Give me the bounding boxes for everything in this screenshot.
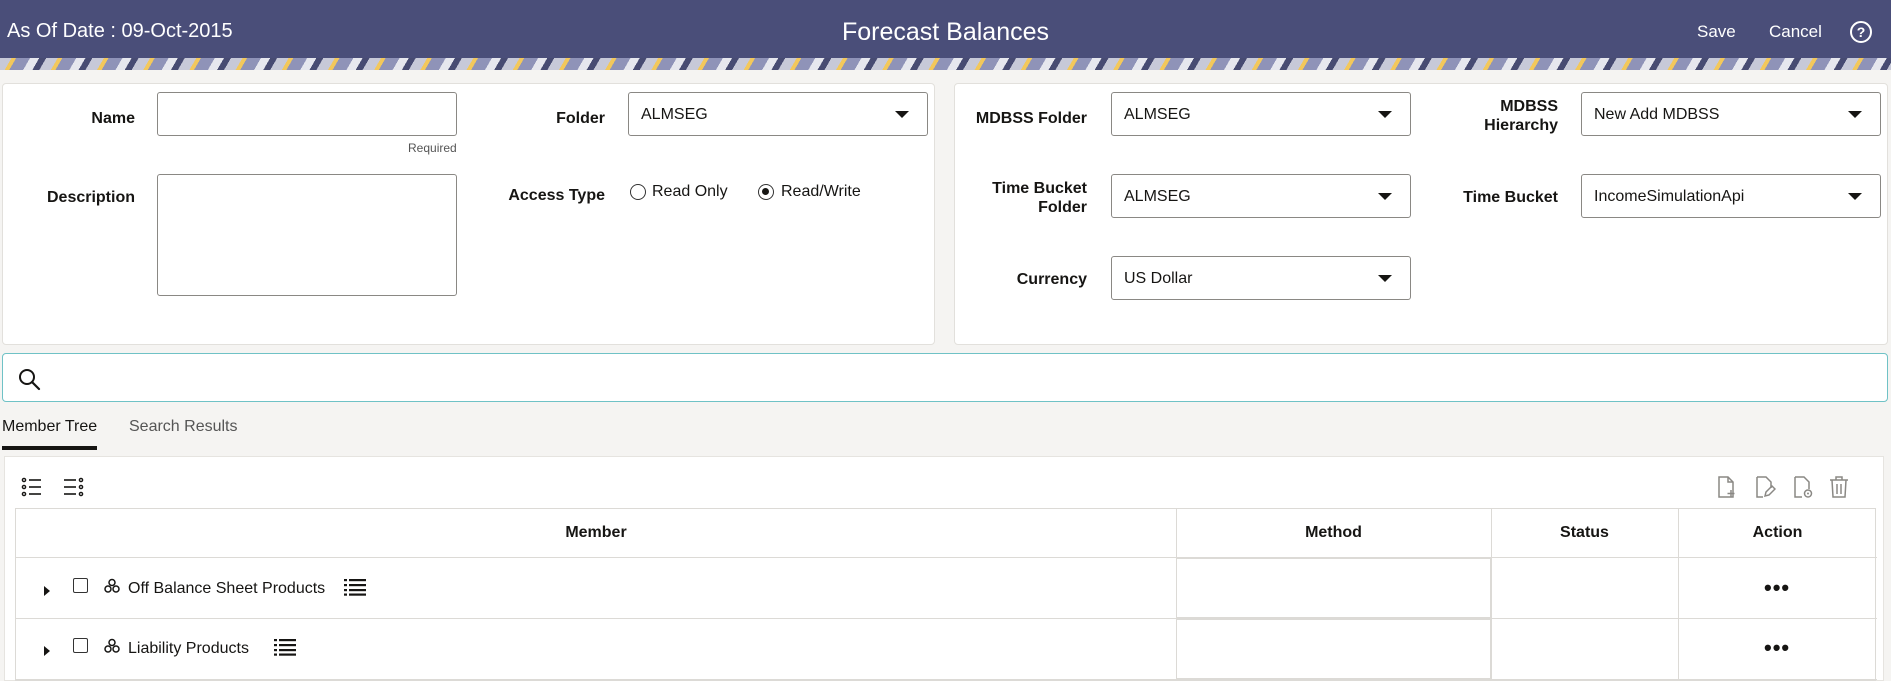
details-panel: Name Required Description Folder ALMSEG … bbox=[2, 83, 935, 345]
radio-read-only[interactable] bbox=[630, 184, 646, 200]
time-bucket-folder-select[interactable]: ALMSEG bbox=[1111, 174, 1411, 218]
time-bucket-folder-label-line2: Folder bbox=[1038, 199, 1087, 216]
tab-member-tree[interactable]: Member Tree bbox=[2, 418, 97, 436]
column-header-status: Status bbox=[1560, 524, 1609, 541]
hierarchy-node-icon bbox=[104, 638, 120, 653]
method-cell[interactable] bbox=[1176, 558, 1491, 618]
cancel-button[interactable]: Cancel bbox=[1769, 22, 1822, 42]
chevron-down-icon bbox=[1848, 193, 1862, 200]
radio-read-only-label[interactable]: Read Only bbox=[652, 183, 728, 201]
time-bucket-select[interactable]: IncomeSimulationApi bbox=[1581, 174, 1881, 218]
mdbss-hierarchy-select[interactable]: New Add MDBSS bbox=[1581, 92, 1881, 136]
column-header-member: Member bbox=[565, 524, 627, 541]
list-icon[interactable] bbox=[274, 638, 296, 656]
chevron-down-icon bbox=[1378, 193, 1392, 200]
member-name[interactable]: Off Balance Sheet Products bbox=[128, 580, 325, 598]
folder-label: Folder bbox=[556, 110, 605, 127]
currency-select[interactable]: US Dollar bbox=[1111, 256, 1411, 300]
expand-caret-icon[interactable] bbox=[44, 586, 50, 596]
member-search-bar[interactable] bbox=[2, 353, 1888, 402]
list-icon[interactable] bbox=[344, 578, 366, 596]
mdbss-folder-select[interactable]: ALMSEG bbox=[1111, 92, 1411, 136]
radio-read-write[interactable] bbox=[758, 184, 774, 200]
time-bucket-label: Time Bucket bbox=[1463, 189, 1558, 206]
row-actions-button[interactable]: ••• bbox=[1764, 637, 1790, 659]
radio-read-write-label[interactable]: Read/Write bbox=[781, 183, 861, 201]
row-actions-button[interactable]: ••• bbox=[1764, 577, 1790, 599]
name-label: Name bbox=[91, 110, 135, 127]
description-textarea[interactable] bbox=[157, 174, 457, 296]
save-button[interactable]: Save bbox=[1697, 22, 1736, 42]
add-document-icon[interactable] bbox=[1714, 475, 1738, 499]
folder-select-value: ALMSEG bbox=[641, 106, 708, 123]
mdbss-folder-value: ALMSEG bbox=[1124, 106, 1191, 123]
active-tab-indicator bbox=[2, 446, 97, 450]
hierarchy-node-icon bbox=[104, 578, 120, 593]
mdbss-hierarchy-label: MDBSS Hierarchy bbox=[1425, 97, 1558, 135]
currency-label: Currency bbox=[1016, 271, 1087, 288]
view-document-icon[interactable] bbox=[1790, 475, 1814, 499]
column-header-method: Method bbox=[1305, 524, 1362, 541]
page-title: Forecast Balances bbox=[841, 18, 1050, 46]
header-decorative-pattern bbox=[0, 58, 1891, 70]
help-icon[interactable]: ? bbox=[1850, 21, 1872, 43]
table-row: Off Balance Sheet Products ••• bbox=[16, 558, 1877, 618]
collapse-all-icon[interactable] bbox=[61, 475, 85, 499]
expand-caret-icon[interactable] bbox=[44, 646, 50, 656]
table-row: Liability Products ••• bbox=[16, 619, 1877, 679]
mdbss-folder-label: MDBSS Folder bbox=[975, 110, 1087, 127]
column-header-action: Action bbox=[1752, 524, 1803, 541]
chevron-down-icon bbox=[1848, 111, 1862, 118]
mdbss-panel: MDBSS Folder ALMSEG MDBSS Hierarchy New … bbox=[954, 83, 1888, 345]
member-grid: Member Method Status Action Off Balance … bbox=[15, 508, 1877, 681]
chevron-down-icon bbox=[895, 111, 909, 118]
required-hint: Required bbox=[408, 141, 457, 155]
folder-select[interactable]: ALMSEG bbox=[628, 92, 928, 136]
member-name[interactable]: Liability Products bbox=[128, 640, 249, 658]
time-bucket-folder-value: ALMSEG bbox=[1124, 188, 1191, 205]
name-input[interactable] bbox=[157, 92, 457, 136]
time-bucket-folder-label-line1: Time Bucket bbox=[992, 180, 1087, 197]
access-type-label: Access Type bbox=[508, 187, 605, 204]
time-bucket-folder-label: Time Bucket Folder bbox=[955, 179, 1087, 217]
time-bucket-value: IncomeSimulationApi bbox=[1594, 188, 1745, 205]
edit-document-icon[interactable] bbox=[1752, 475, 1776, 499]
expand-all-icon[interactable] bbox=[20, 475, 44, 499]
chevron-down-icon bbox=[1378, 111, 1392, 118]
delete-icon[interactable] bbox=[1827, 475, 1851, 499]
mdbss-hierarchy-label-line1: MDBSS bbox=[1500, 98, 1558, 115]
search-icon bbox=[19, 369, 41, 391]
row-divider bbox=[16, 679, 1877, 680]
mdbss-hierarchy-value: New Add MDBSS bbox=[1594, 106, 1720, 123]
mdbss-hierarchy-label-line2: Hierarchy bbox=[1484, 117, 1558, 134]
description-label: Description bbox=[46, 189, 135, 206]
tab-search-results[interactable]: Search Results bbox=[129, 418, 238, 436]
chevron-down-icon bbox=[1378, 275, 1392, 282]
page-header: As Of Date : 09-Oct-2015 Forecast Balanc… bbox=[0, 0, 1891, 70]
search-input[interactable] bbox=[53, 362, 1873, 394]
row-checkbox[interactable] bbox=[73, 578, 88, 593]
currency-value: US Dollar bbox=[1124, 270, 1193, 287]
row-checkbox[interactable] bbox=[73, 638, 88, 653]
method-cell[interactable] bbox=[1176, 619, 1491, 679]
